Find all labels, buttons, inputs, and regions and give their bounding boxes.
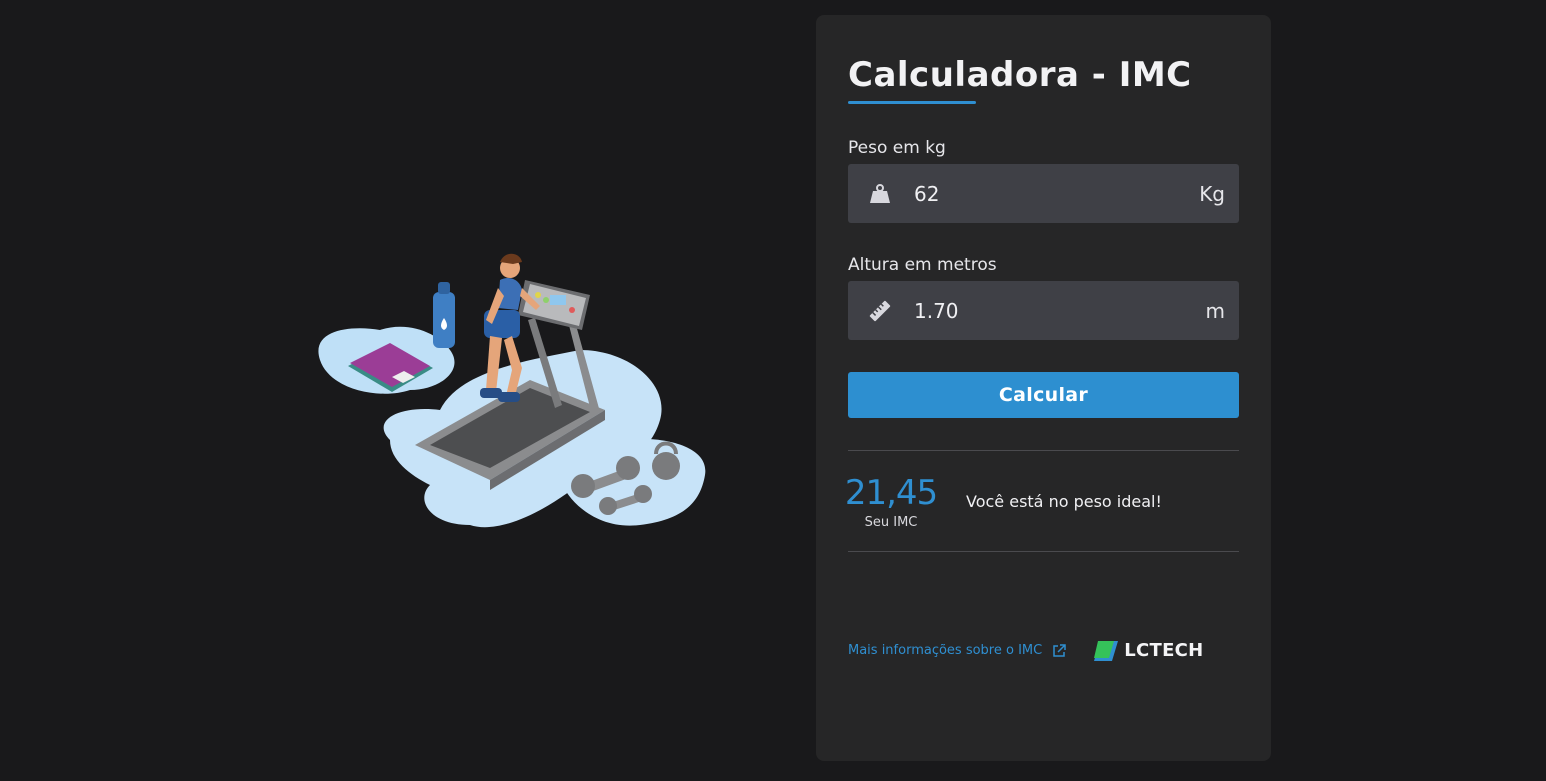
weight-unit: Kg [1199, 181, 1225, 206]
ruler-icon [868, 299, 892, 323]
result-score: 21,45 Seu IMC [844, 472, 938, 530]
card-footer: Mais informações sobre o IMC LCTECH [848, 640, 1239, 661]
bmi-caption: Seu IMC [864, 514, 918, 530]
weight-icon [868, 182, 892, 206]
height-unit: m [1205, 298, 1225, 323]
height-input[interactable] [914, 298, 1206, 323]
calculate-button[interactable]: Calcular [848, 372, 1239, 418]
more-info-link[interactable]: Mais informações sobre o IMC [848, 643, 1066, 658]
brand-logo: LCTECH [1094, 640, 1203, 661]
bmi-calculator-card: Calculadora - IMC Peso em kg Kg Altura e… [816, 15, 1271, 761]
bmi-message: Você está no peso ideal! [966, 491, 1162, 511]
fitness-illustration [318, 253, 706, 528]
more-info-text: Mais informações sobre o IMC [848, 643, 1043, 658]
title-underline [848, 101, 976, 104]
brand-name: LCTECH [1124, 640, 1204, 661]
weight-input-group: Kg [848, 164, 1239, 223]
weight-label: Peso em kg [848, 138, 946, 158]
height-label: Altura em metros [848, 255, 997, 275]
result-panel: 21,45 Seu IMC Você está no peso ideal! [844, 451, 1239, 551]
external-link-icon [1052, 643, 1066, 658]
result-divider-bottom [848, 551, 1239, 552]
weight-input[interactable] [914, 181, 1200, 206]
page-title: Calculadora - IMC [848, 55, 1192, 95]
bmi-value: 21,45 [844, 472, 938, 513]
height-input-group: m [848, 281, 1239, 340]
brand-logo-icon [1094, 640, 1119, 661]
